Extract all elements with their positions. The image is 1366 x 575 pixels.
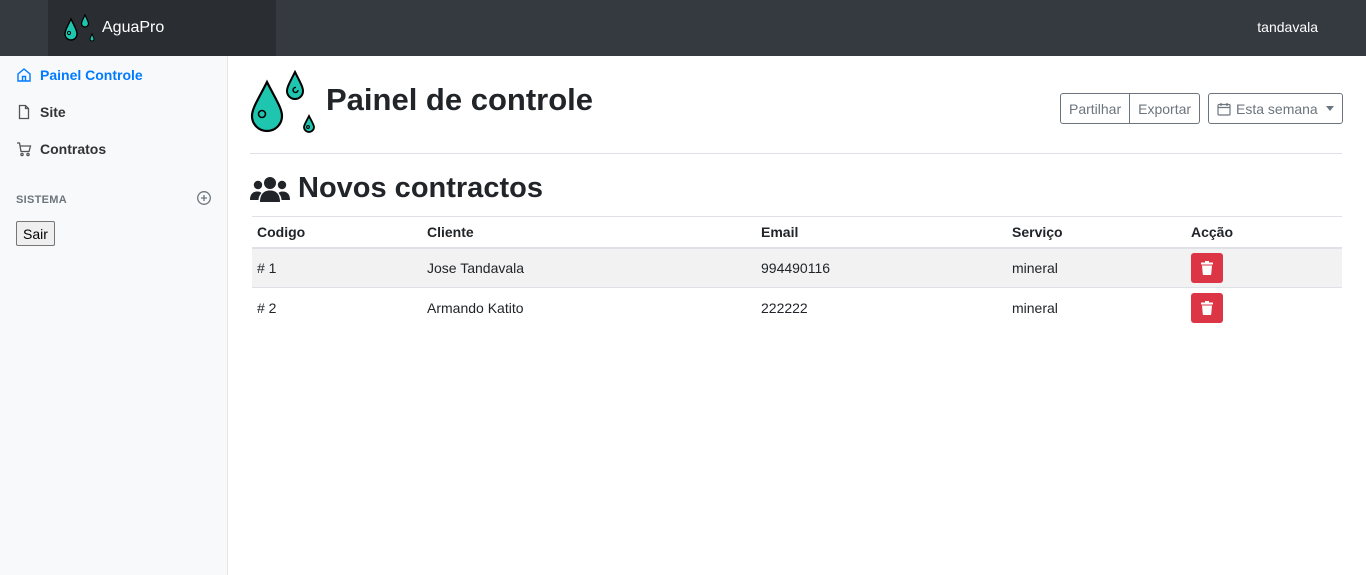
section-title-text: Novos contractos <box>298 172 543 204</box>
caret-down-icon <box>1325 106 1334 111</box>
cell-action <box>1186 288 1342 328</box>
home-icon <box>17 68 31 82</box>
share-export-group: Partilhar Exportar <box>1060 93 1201 124</box>
users-icon <box>250 176 290 202</box>
column-header-accao: Acção <box>1186 216 1342 249</box>
table-row: # 1 Jose Tandavala 994490116 mineral <box>252 247 1342 288</box>
sidebar-item-contratos[interactable]: Contratos <box>16 141 106 157</box>
cell-client: Armando Katito <box>427 299 524 316</box>
logout-button[interactable]: Sair <box>16 221 55 246</box>
period-dropdown-button[interactable]: Esta semana <box>1208 93 1343 124</box>
main-content: Painel de controle Partilhar Exportar Es… <box>228 56 1366 575</box>
delete-button[interactable] <box>1191 292 1223 323</box>
add-circle-icon[interactable] <box>196 190 212 211</box>
period-label: Esta semana <box>1236 100 1318 117</box>
column-header-email: Email <box>756 216 1007 249</box>
table-header-row: Codigo Cliente Email Serviço Acção <box>252 216 1342 249</box>
contracts-table: Codigo Cliente Email Serviço Acção # 1 J… <box>252 216 1342 328</box>
header-divider <box>250 153 1342 154</box>
file-icon <box>18 104 30 120</box>
water-drops-icon <box>64 13 95 42</box>
cell-action <box>1186 247 1342 288</box>
user-name-link[interactable]: tandavala <box>1257 19 1318 35</box>
page-header: Painel de controle <box>250 70 593 140</box>
sidebar-item-site[interactable]: Site <box>16 104 66 120</box>
cell-service: mineral <box>1007 247 1186 288</box>
water-drops-logo-icon <box>250 70 315 133</box>
cart-icon <box>17 142 32 157</box>
sidebar-item-painel-controle[interactable]: Painel Controle <box>16 67 143 83</box>
calendar-icon <box>1217 102 1231 116</box>
column-header-servico: Serviço <box>1007 216 1186 249</box>
export-button[interactable]: Exportar <box>1130 93 1201 124</box>
cell-email: 222222 <box>761 299 808 316</box>
sidebar: Painel Controle Site Contratos SISTEMA S… <box>0 56 228 575</box>
trash-icon <box>1201 260 1213 275</box>
cell-email: 994490116 <box>756 247 1007 288</box>
cell-code: # 2 <box>257 299 277 316</box>
sidebar-item-label: Painel Controle <box>40 67 143 83</box>
table-row: # 2 Armando Katito 222222 mineral <box>252 288 1342 328</box>
cell-code: # 1 <box>252 247 422 288</box>
share-button[interactable]: Partilhar <box>1060 93 1131 124</box>
sidebar-item-label: Site <box>40 104 66 120</box>
delete-button[interactable] <box>1191 252 1223 283</box>
sidebar-item-label: Contratos <box>40 141 107 157</box>
trash-icon <box>1201 300 1213 315</box>
section-title: Novos contractos <box>250 172 543 205</box>
top-navbar: AguaPro tandavala <box>0 0 1366 56</box>
page-title: Painel de controle <box>326 82 594 117</box>
brand-link[interactable]: AguaPro <box>48 0 276 56</box>
sidebar-section-heading: SISTEMA <box>16 194 67 206</box>
brand-name: AguaPro <box>102 19 165 36</box>
column-header-cliente: Cliente <box>422 216 756 249</box>
column-header-codigo: Codigo <box>252 216 422 249</box>
cell-client: Jose Tandavala <box>422 247 756 288</box>
cell-service: mineral <box>1012 299 1058 316</box>
